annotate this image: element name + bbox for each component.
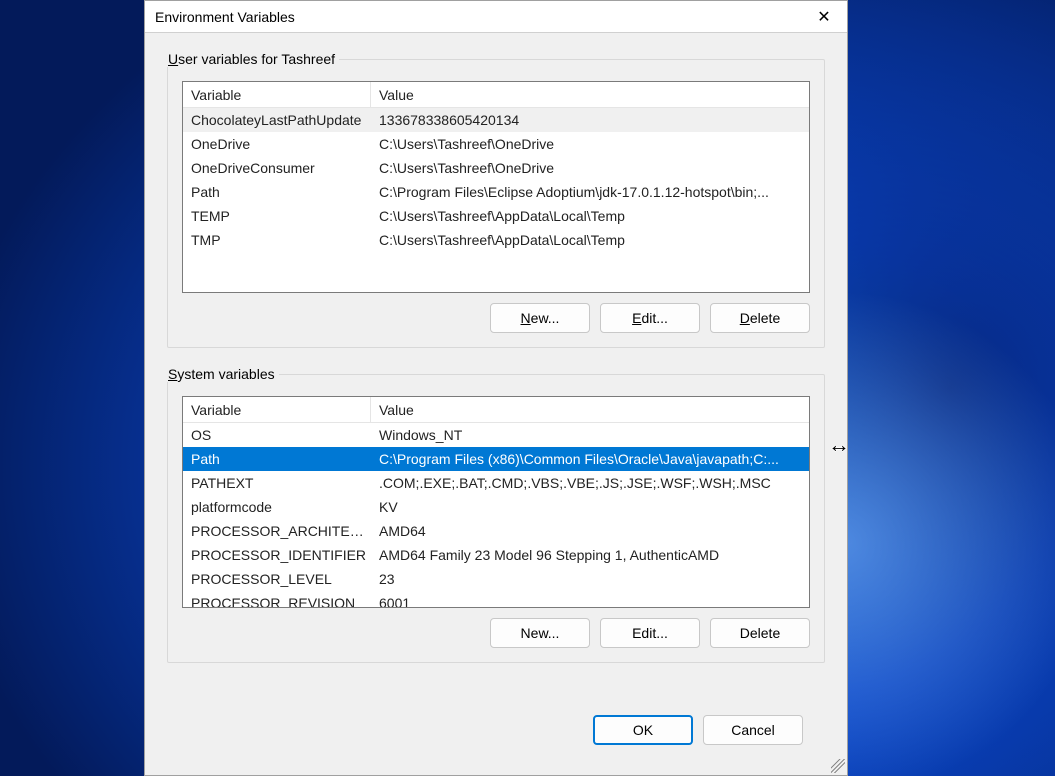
cell-value: AMD64 xyxy=(371,523,809,539)
cell-variable: PATHEXT xyxy=(183,475,371,491)
cell-value: 6001 xyxy=(371,595,809,607)
close-icon: ✕ xyxy=(817,7,830,27)
cell-value: C:\Program Files (x86)\Common Files\Orac… xyxy=(371,451,809,467)
cell-variable: PROCESSOR_LEVEL xyxy=(183,571,371,587)
system-variables-group: System variables Variable Value OSWindow… xyxy=(167,366,825,663)
cell-variable: OS xyxy=(183,427,371,443)
cell-variable: OneDriveConsumer xyxy=(183,160,371,176)
table-row[interactable]: PathC:\Program Files\Eclipse Adoptium\jd… xyxy=(183,180,809,204)
list-header: Variable Value xyxy=(183,397,809,423)
table-row[interactable]: PROCESSOR_REVISION6001 xyxy=(183,591,809,607)
cell-variable: PROCESSOR_ARCHITECTU... xyxy=(183,523,371,539)
user-variables-legend: User variables for Tashreef xyxy=(164,51,339,67)
cell-variable: TMP xyxy=(183,232,371,248)
table-row[interactable]: PathC:\Program Files (x86)\Common Files\… xyxy=(183,447,809,471)
column-header-value[interactable]: Value xyxy=(371,87,809,103)
cell-variable: PROCESSOR_IDENTIFIER xyxy=(183,547,371,563)
cell-value: C:\Program Files\Eclipse Adoptium\jdk-17… xyxy=(371,184,809,200)
user-delete-button[interactable]: Delete xyxy=(710,303,810,333)
user-variables-list[interactable]: Variable Value ChocolateyLastPathUpdate1… xyxy=(182,81,810,293)
titlebar: Environment Variables ✕ xyxy=(145,1,847,33)
table-row[interactable]: TEMPC:\Users\Tashreef\AppData\Local\Temp xyxy=(183,204,809,228)
cell-variable: Path xyxy=(183,184,371,200)
cell-variable: TEMP xyxy=(183,208,371,224)
table-row[interactable]: PATHEXT.COM;.EXE;.BAT;.CMD;.VBS;.VBE;.JS… xyxy=(183,471,809,495)
user-new-button[interactable]: New... xyxy=(490,303,590,333)
ok-button[interactable]: OK xyxy=(593,715,693,745)
table-row[interactable]: OSWindows_NT xyxy=(183,423,809,447)
close-button[interactable]: ✕ xyxy=(801,1,847,32)
table-row[interactable]: OneDriveC:\Users\Tashreef\OneDrive xyxy=(183,132,809,156)
cell-value: C:\Users\Tashreef\AppData\Local\Temp xyxy=(371,208,809,224)
dialog-title: Environment Variables xyxy=(155,9,801,25)
column-header-value[interactable]: Value xyxy=(371,402,809,418)
cell-value: C:\Users\Tashreef\OneDrive xyxy=(371,160,809,176)
cell-value: 133678338605420134 xyxy=(371,112,809,128)
table-row[interactable]: PROCESSOR_IDENTIFIERAMD64 Family 23 Mode… xyxy=(183,543,809,567)
resize-grip[interactable] xyxy=(831,759,845,773)
table-row[interactable]: PROCESSOR_ARCHITECTU...AMD64 xyxy=(183,519,809,543)
system-variables-list[interactable]: Variable Value OSWindows_NTPathC:\Progra… xyxy=(182,396,810,608)
cell-value: C:\Users\Tashreef\OneDrive xyxy=(371,136,809,152)
cell-variable: OneDrive xyxy=(183,136,371,152)
user-variables-group: User variables for Tashreef Variable Val… xyxy=(167,51,825,348)
system-variables-legend: System variables xyxy=(164,366,279,382)
cell-variable: PROCESSOR_REVISION xyxy=(183,595,371,607)
cell-value: .COM;.EXE;.BAT;.CMD;.VBS;.VBE;.JS;.JSE;.… xyxy=(371,475,809,491)
list-header: Variable Value xyxy=(183,82,809,108)
system-delete-button[interactable]: Delete xyxy=(710,618,810,648)
cell-variable: platformcode xyxy=(183,499,371,515)
cell-value: AMD64 Family 23 Model 96 Stepping 1, Aut… xyxy=(371,547,809,563)
user-edit-button[interactable]: Edit... xyxy=(600,303,700,333)
system-edit-button[interactable]: Edit... xyxy=(600,618,700,648)
table-row[interactable]: ChocolateyLastPathUpdate1336783386054201… xyxy=(183,108,809,132)
cell-value: 23 xyxy=(371,571,809,587)
cell-variable: ChocolateyLastPathUpdate xyxy=(183,112,371,128)
cell-value: KV xyxy=(371,499,809,515)
cancel-button[interactable]: Cancel xyxy=(703,715,803,745)
table-row[interactable]: OneDriveConsumerC:\Users\Tashreef\OneDri… xyxy=(183,156,809,180)
cell-variable: Path xyxy=(183,451,371,467)
cell-value: Windows_NT xyxy=(371,427,809,443)
system-new-button[interactable]: New... xyxy=(490,618,590,648)
table-row[interactable]: PROCESSOR_LEVEL23 xyxy=(183,567,809,591)
table-row[interactable]: platformcodeKV xyxy=(183,495,809,519)
cell-value: C:\Users\Tashreef\AppData\Local\Temp xyxy=(371,232,809,248)
table-row[interactable]: TMPC:\Users\Tashreef\AppData\Local\Temp xyxy=(183,228,809,252)
column-header-variable[interactable]: Variable xyxy=(183,397,371,422)
column-header-variable[interactable]: Variable xyxy=(183,82,371,107)
environment-variables-dialog: Environment Variables ✕ User variables f… xyxy=(144,0,848,776)
